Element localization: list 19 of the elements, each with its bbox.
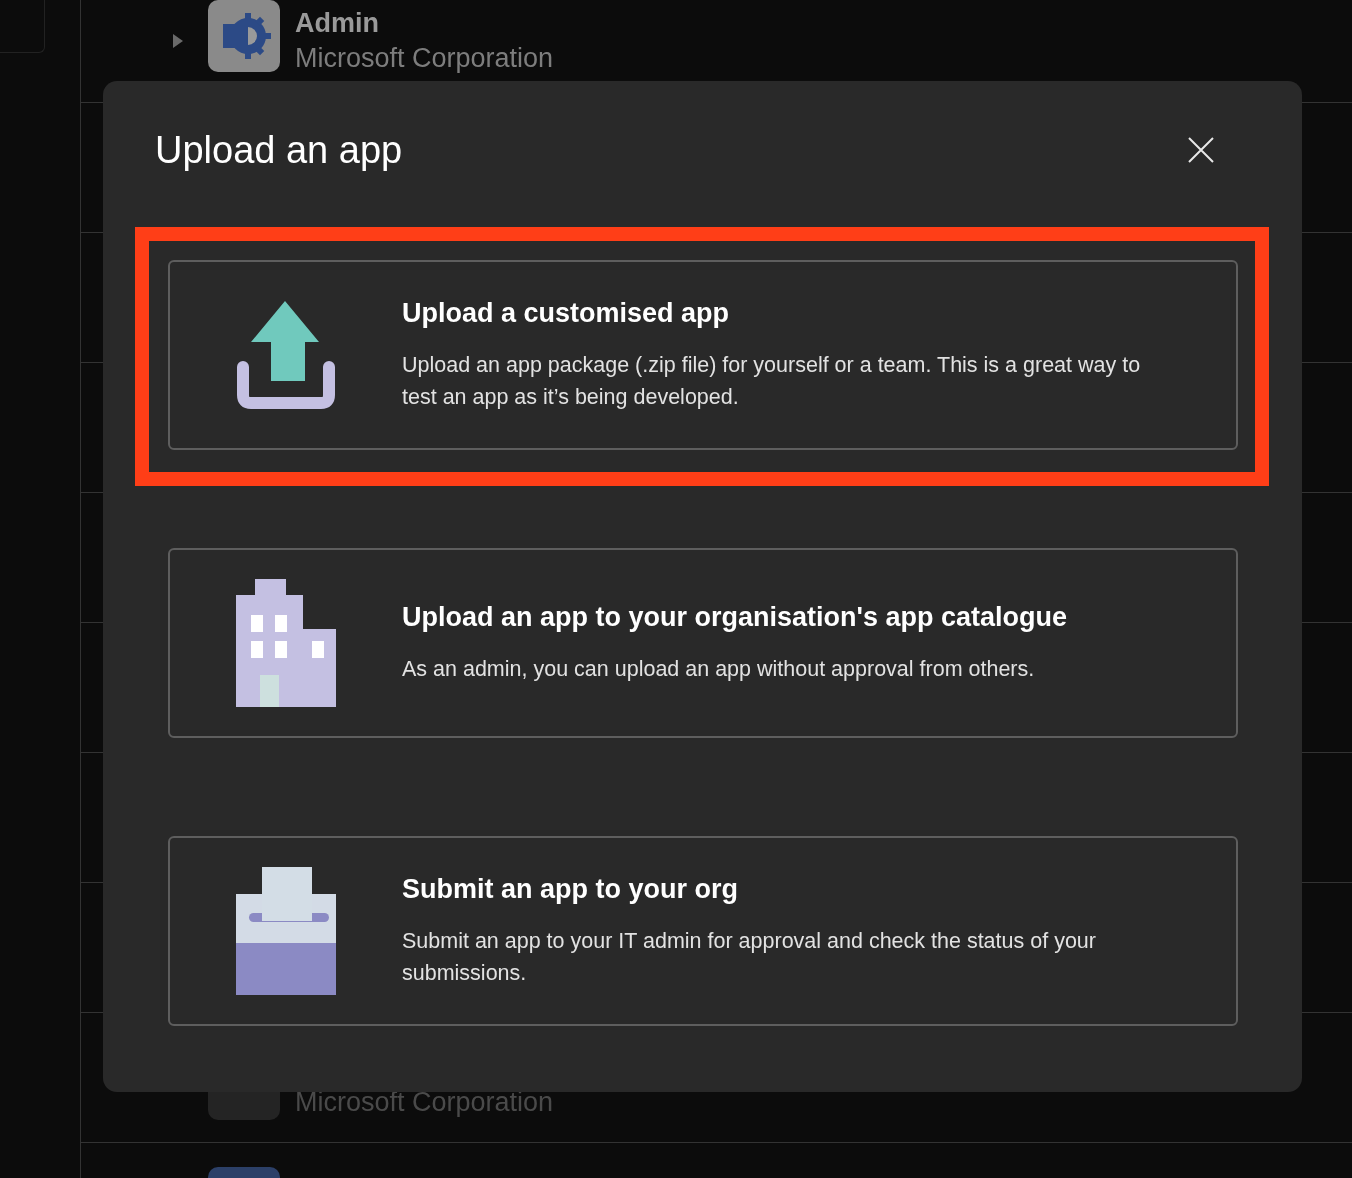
option-card[interactable]: Upload a customised app Upload an app package (.zip file) for yourself or a team. This is a great way to test an app as it’s being developed. — [168, 260, 1238, 450]
option-title: Upload an app to your organisation's app catalogue — [402, 601, 1067, 633]
option-description: As an admin, you can upload an app without approval from others. — [402, 655, 1036, 683]
option-title: Upload a customised app — [402, 297, 731, 329]
close-icon[interactable] — [1188, 137, 1214, 163]
publisher-name: Microsoft Corporation — [295, 42, 554, 75]
option-title: Submit an app to your org — [402, 873, 739, 905]
app-name: Admin — [295, 7, 380, 40]
option-card[interactable]: Upload an app to your organisation's app catalogue As an admin, you can upload an app without approval from others. — [168, 548, 1238, 738]
option-description: Upload an app package (.zip file) for yourself or a team. This is a great way to test an app as it’s being developed. — [402, 351, 1142, 411]
expand-icon[interactable] — [173, 34, 183, 48]
inbox-icon — [236, 867, 336, 995]
option-description: Submit an app to your IT admin for approval and check the status of your submissions. — [402, 927, 1097, 987]
publisher-name: Microsoft Corporation — [295, 1086, 554, 1119]
dialog-title: Upload an app — [155, 128, 403, 172]
option-card[interactable]: Submit an app to your org Submit an app to your IT admin for approval and check the status of your submissions. — [168, 836, 1238, 1026]
building-icon — [236, 579, 336, 707]
gear-icon — [208, 0, 280, 72]
upload-icon — [237, 301, 335, 409]
